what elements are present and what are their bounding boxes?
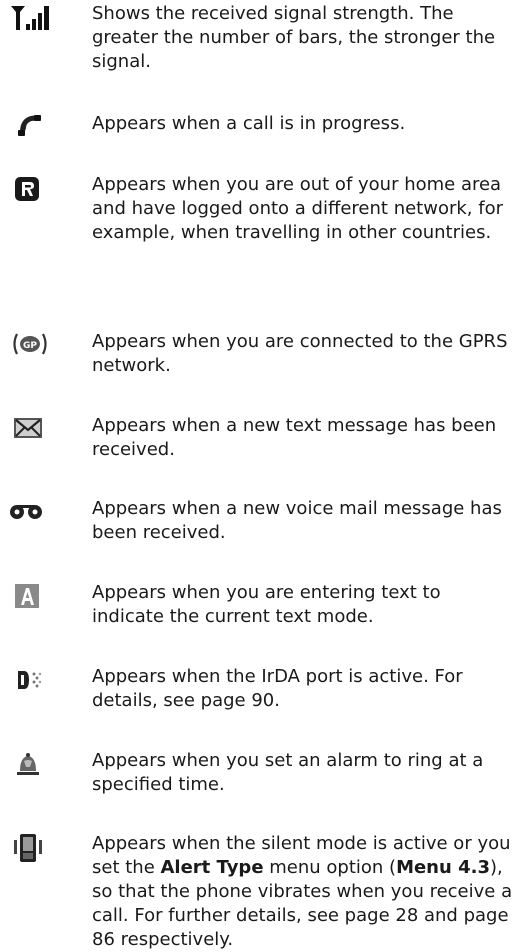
new-message-icon (12, 414, 62, 450)
entry-description: Appears when a new text message has been… (92, 415, 497, 460)
roaming-icon (12, 173, 62, 209)
entry-description: Appears when you are connected to the GP… (92, 331, 508, 376)
menu-reference: Menu 4.3 (396, 857, 490, 878)
text-mode-icon (12, 581, 62, 617)
entry-description: Appears when you are entering text to in… (92, 582, 441, 627)
entry-description: Appears when you set an alarm to ring at… (92, 750, 484, 795)
entry-description: Shows the received signal strength. The … (92, 3, 496, 72)
signal-strength-icon (10, 2, 60, 38)
entry-description: Appears when a call is in progress. (92, 113, 406, 134)
irda-port-icon (14, 665, 64, 701)
alert-type-label: Alert Type (160, 857, 264, 878)
alarm-icon (12, 749, 62, 785)
entry-description: Appears when the IrDA port is active. Fo… (92, 666, 463, 711)
entry-description: Appears when you are out of your home ar… (92, 174, 503, 243)
gprs-icon: GP (10, 330, 60, 366)
entry-description: Appears when a new voice mail message ha… (92, 498, 502, 543)
call-in-progress-icon (14, 112, 64, 148)
voice-mail-icon (8, 497, 58, 533)
vibration-icon (12, 832, 62, 868)
entry-description: Appears when the silent mode is active o… (92, 833, 513, 950)
svg-text:GP: GP (23, 341, 37, 351)
